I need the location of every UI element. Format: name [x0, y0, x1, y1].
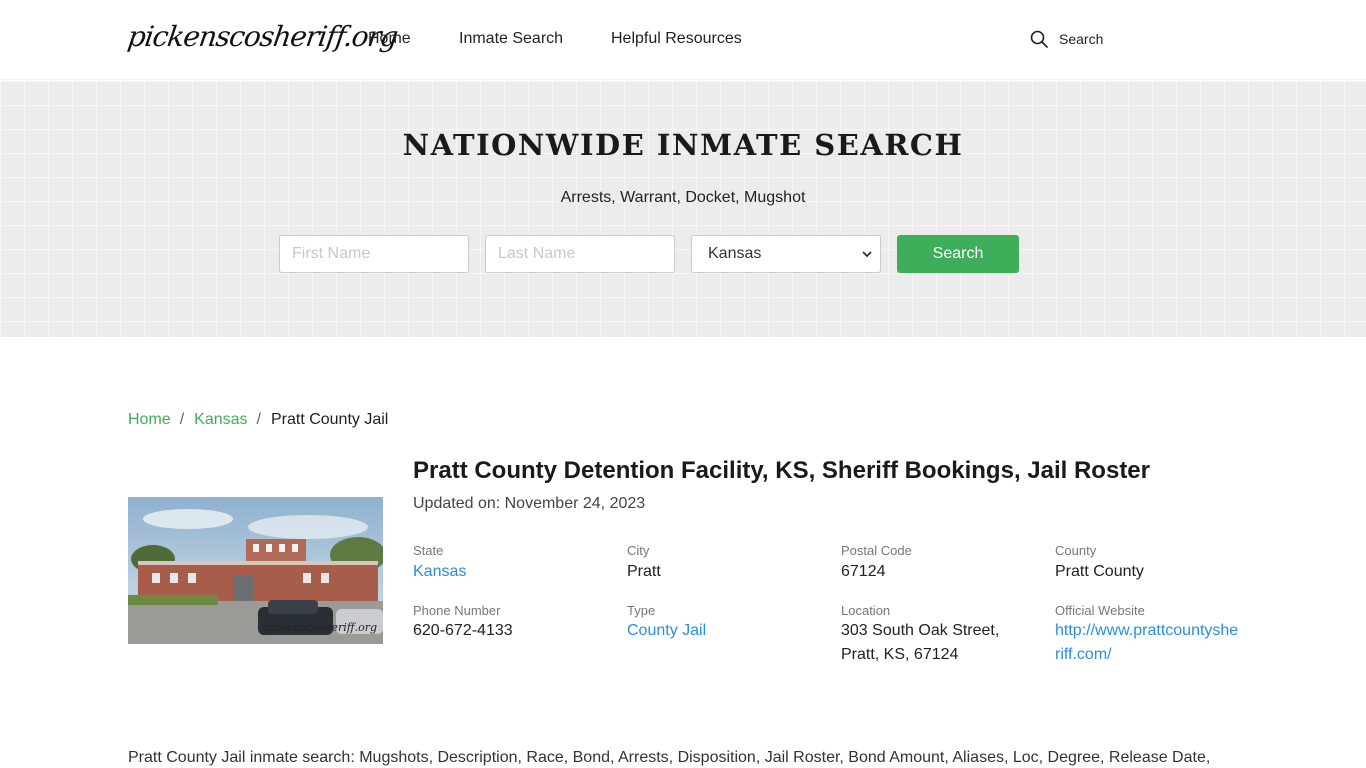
breadcrumb-state[interactable]: Kansas: [194, 411, 247, 429]
breadcrumb-separator: /: [179, 411, 185, 428]
location-label: Location: [841, 603, 891, 618]
breadcrumb-separator: /: [256, 411, 261, 428]
updated-date: Updated on: November 24, 2023: [413, 495, 646, 512]
search-hero: NATIONWIDE INMATE SEARCH Arrests, Warran…: [0, 81, 1366, 337]
last-name-input[interactable]: [485, 235, 675, 273]
first-name-input[interactable]: [279, 235, 469, 273]
hero-title: NATIONWIDE INMATE SEARCH: [402, 128, 964, 162]
search-icon: [1030, 30, 1048, 48]
state-link[interactable]: Kansas: [413, 560, 466, 584]
city-value: Pratt: [627, 563, 661, 580]
website-link-line-1[interactable]: http://www.prattcountyshe: [1055, 619, 1238, 643]
breadcrumb-current: Pratt County Jail: [270, 411, 389, 428]
facility-photo: pickenscosheriff.org: [128, 497, 383, 644]
photo-watermark: pickenscosheriff.org: [263, 621, 377, 634]
header-search-button[interactable]: Search: [1030, 30, 1103, 48]
site-logo[interactable]: pickenscosheriff.org: [126, 20, 400, 53]
state-select[interactable]: Kansas: [691, 235, 881, 273]
state-label: State: [413, 543, 444, 558]
nav-inmate-search[interactable]: Inmate Search: [459, 30, 563, 48]
facility-description: Pratt County Jail inmate search: Mugshot…: [128, 749, 1211, 766]
chevron-down-icon: [862, 247, 872, 261]
search-button[interactable]: Search: [897, 235, 1019, 273]
type-link[interactable]: County Jail: [627, 619, 706, 643]
county-label: County: [1055, 543, 1097, 558]
state-select-value: Kansas: [708, 245, 762, 262]
city-label: City: [627, 543, 650, 558]
breadcrumb-home[interactable]: Home: [128, 411, 171, 429]
website-link-line-2[interactable]: riff.com/: [1055, 643, 1112, 667]
phone-label: Phone Number: [413, 603, 501, 618]
facility-title: Pratt County Detention Facility, KS, She…: [413, 457, 1150, 484]
location-line-1: 303 South Oak Street,: [841, 622, 1000, 639]
breadcrumb: Home / Kansas / Pratt County Jail: [128, 411, 388, 429]
phone-value: 620-672-4133: [413, 622, 513, 639]
nav-helpful-resources[interactable]: Helpful Resources: [611, 30, 742, 48]
location-line-2: Pratt, KS, 67124: [841, 646, 959, 663]
county-value: Pratt County: [1055, 563, 1144, 580]
website-label: Official Website: [1055, 603, 1145, 618]
postal-code-label: Postal Code: [841, 543, 912, 558]
postal-code-value: 67124: [841, 563, 886, 580]
type-label: Type: [627, 603, 656, 618]
hero-subtitle: Arrests, Warrant, Docket, Mugshot: [560, 189, 806, 206]
nav-home[interactable]: Home: [368, 30, 411, 48]
site-header: pickenscosheriff.org Home Inmate Search …: [0, 0, 1366, 80]
header-search-label: Search: [1059, 31, 1104, 47]
